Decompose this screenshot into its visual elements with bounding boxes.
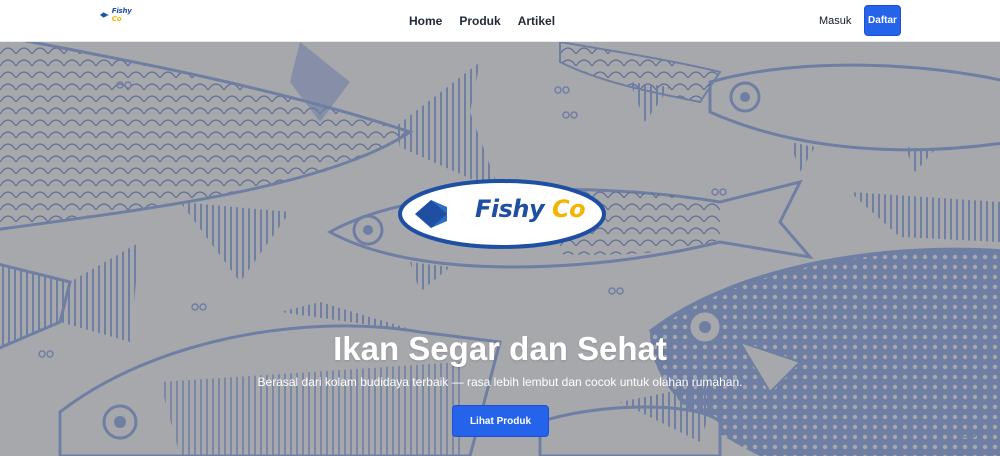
brand-name: Fishy Co	[112, 7, 140, 23]
fish-logo-icon	[100, 12, 109, 18]
fish-logo-icon	[415, 200, 463, 228]
view-products-button[interactable]: Lihat Produk	[452, 405, 549, 437]
brand-name-part2: Co	[111, 15, 122, 23]
hero-logo-name: Fishy Co	[475, 195, 586, 223]
navbar: Fishy Co Home Produk Artikel Masuk Dafta…	[0, 0, 1000, 42]
main-nav: Home Produk Artikel	[409, 0, 555, 42]
hero-logo: Fishy Co	[397, 179, 607, 249]
hero-title: Ikan Segar dan Sehat	[333, 330, 667, 367]
fish-shape-bottom-right	[538, 382, 722, 456]
nav-link-produk[interactable]: Produk	[459, 14, 500, 28]
fish-shape-top-right	[559, 42, 1000, 172]
brand-name-part1: Fishy	[111, 7, 132, 15]
signup-button[interactable]: Daftar	[864, 5, 901, 36]
hero-logo-name-part1: Fishy	[475, 195, 545, 223]
hero-subtitle: Berasal dari kolam budidaya terbaik — ra…	[257, 375, 743, 389]
nav-link-home[interactable]: Home	[409, 14, 442, 28]
hero-logo-name-part2: Co	[552, 195, 586, 223]
nav-link-artikel[interactable]: Artikel	[518, 14, 555, 28]
hero-section: Fishy Co Ikan Segar dan Sehat Berasal da…	[0, 42, 1000, 456]
brand-logo[interactable]: Fishy Co	[100, 7, 140, 23]
fish-pattern-background	[0, 42, 1000, 456]
login-link[interactable]: Masuk	[819, 0, 851, 42]
